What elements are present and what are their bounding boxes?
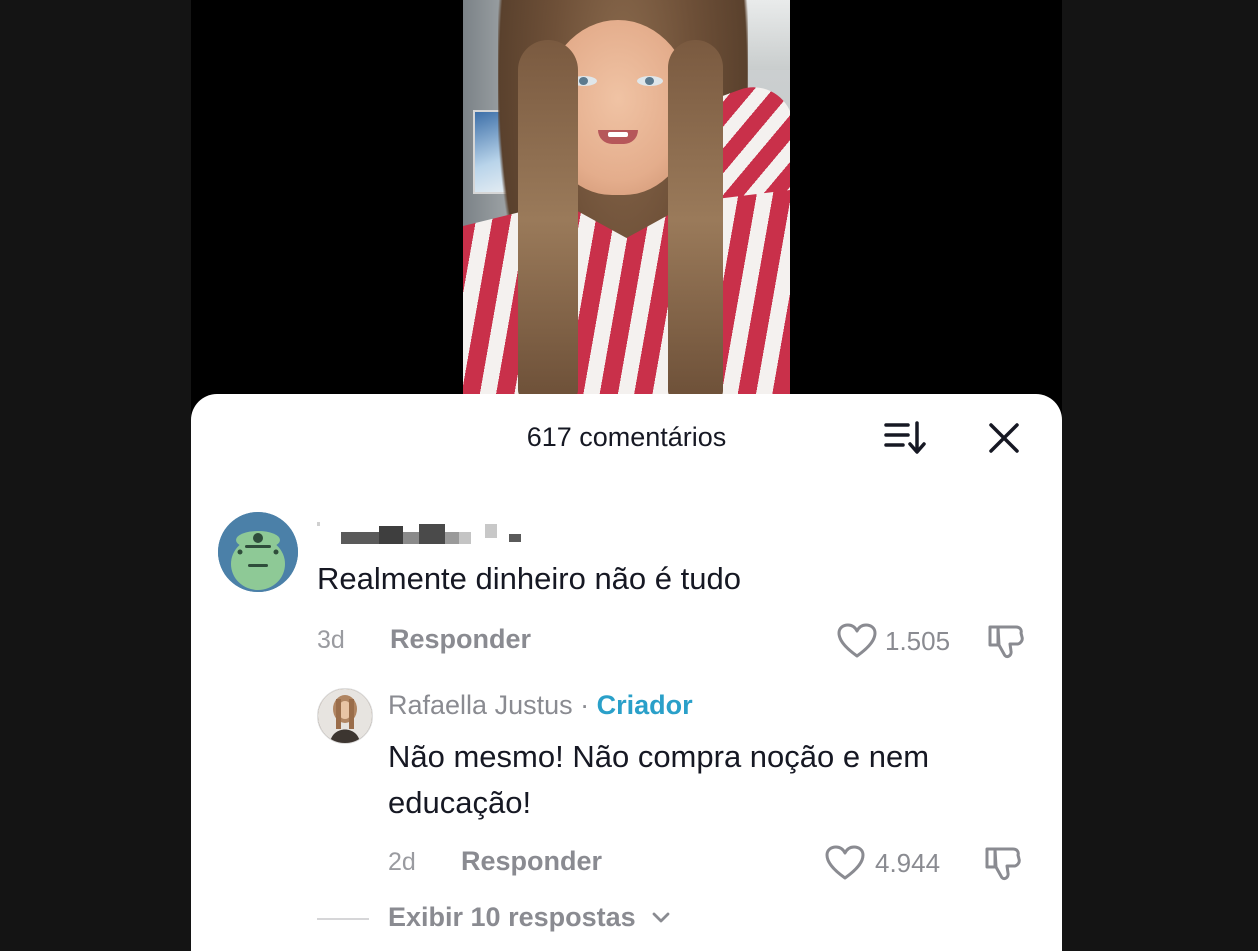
video-player[interactable]	[463, 0, 790, 420]
phone-screen: 617 comentários Realmente dinheiro não é…	[191, 0, 1062, 951]
left-backdrop	[0, 0, 191, 951]
comments-sheet: 617 comentários Realmente dinheiro não é…	[191, 394, 1062, 951]
frog-avatar-icon	[218, 512, 298, 592]
thumbs-down-icon[interactable]	[983, 843, 1023, 883]
creator-avatar[interactable]	[317, 688, 373, 744]
view-replies-divider	[317, 918, 369, 920]
commenter-avatar[interactable]	[218, 512, 298, 592]
reply-button[interactable]: Responder	[390, 624, 531, 655]
creator-name-line: Rafaella Justus · Criador	[388, 690, 693, 721]
heart-icon[interactable]	[837, 623, 877, 659]
name-separator: ·	[572, 690, 597, 720]
comment-text: Realmente dinheiro não é tudo	[317, 561, 741, 596]
heart-icon[interactable]	[825, 845, 865, 881]
creator-name[interactable]: Rafaella Justus	[388, 690, 573, 720]
creator-avatar-photo	[318, 689, 372, 743]
chevron-down-icon[interactable]	[651, 910, 671, 926]
right-backdrop	[1062, 0, 1258, 951]
comments-count-title: 617 comentários	[526, 422, 727, 452]
sort-icon[interactable]	[883, 418, 927, 458]
reply-text: Não mesmo! Não compra noção e nem educaç…	[388, 739, 930, 820]
reply-time: 2d	[388, 848, 416, 876]
like-count: 1.505	[885, 626, 951, 656]
reply-like-count: 4.944	[875, 848, 941, 878]
creator-badge: Criador	[596, 690, 693, 720]
thumbs-down-icon[interactable]	[986, 621, 1026, 661]
reply-reply-button[interactable]: Responder	[461, 846, 602, 877]
username-pixelated[interactable]	[317, 518, 537, 548]
close-icon[interactable]	[986, 420, 1022, 456]
comment-time: 3d	[317, 626, 345, 654]
view-replies-button[interactable]: Exibir 10 respostas	[388, 902, 636, 933]
